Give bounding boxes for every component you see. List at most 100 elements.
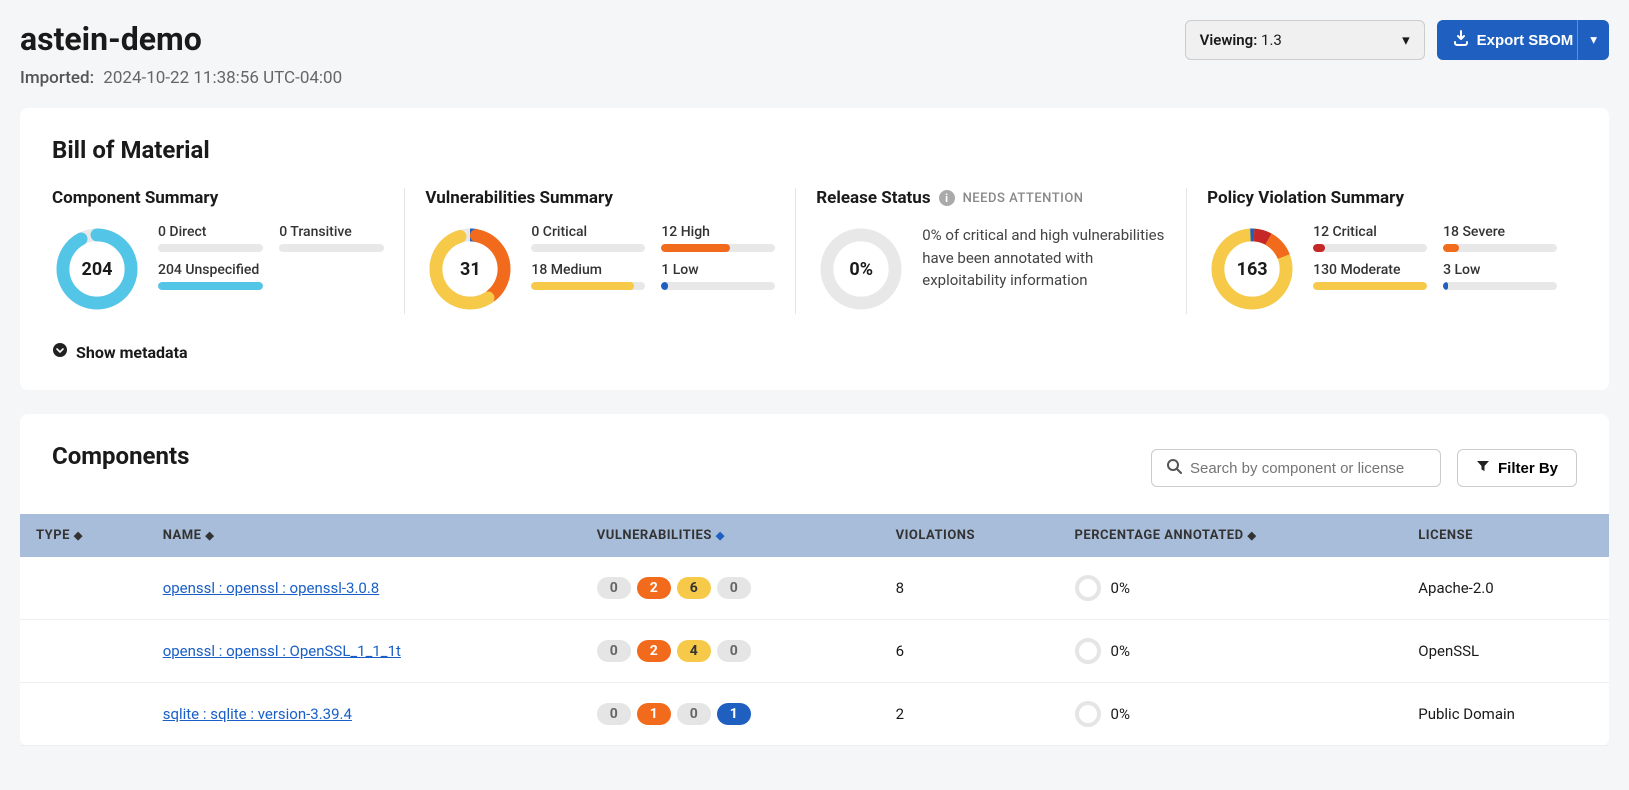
components-title: Components <box>52 442 189 470</box>
imported-date: 2024-10-22 11:38:56 UTC-04:00 <box>103 68 342 88</box>
cell-violations: 8 <box>880 557 1059 620</box>
filter-button[interactable]: Filter By <box>1457 449 1577 487</box>
component-summary-title: Component Summary <box>52 188 384 208</box>
vuln-pills: 0240 <box>597 640 864 662</box>
imported-label: Imported: <box>20 68 94 88</box>
table-row: openssl : openssl : openssl-3.0.8 0260 8… <box>20 557 1609 620</box>
show-metadata-toggle[interactable]: Show metadata <box>52 342 1577 362</box>
sort-icon: ◆ <box>716 529 725 542</box>
direct-count: 0 Direct <box>158 224 263 240</box>
component-link[interactable]: openssl : openssl : openssl-3.0.8 <box>163 579 380 597</box>
chevron-down-icon: ▾ <box>1402 31 1410 49</box>
vuln-summary-title: Vulnerabilities Summary <box>425 188 775 208</box>
low-count: 1 Low <box>661 262 775 278</box>
filter-icon <box>1476 459 1490 477</box>
vuln-pill: 4 <box>677 640 711 662</box>
component-link[interactable]: openssl : openssl : OpenSSL_1_1_1t <box>163 642 401 660</box>
unspecified-count: 204 Unspecified <box>158 262 263 278</box>
vuln-pill: 0 <box>677 703 711 725</box>
cell-type <box>20 557 147 620</box>
vuln-donut: 31 <box>425 224 515 314</box>
mini-donut-icon <box>1075 575 1101 601</box>
export-dropdown-button[interactable]: ▾ <box>1577 20 1609 60</box>
policy-title: Policy Violation Summary <box>1207 188 1557 208</box>
vuln-pill: 1 <box>717 703 751 725</box>
cell-type <box>20 620 147 683</box>
vuln-pills: 0260 <box>597 577 864 599</box>
policy-critical: 12 Critical <box>1313 224 1427 240</box>
medium-count: 18 Medium <box>531 262 645 278</box>
vuln-pills: 0101 <box>597 703 864 725</box>
vuln-pill: 0 <box>717 577 751 599</box>
mini-donut-icon <box>1075 638 1101 664</box>
cell-license: Public Domain <box>1402 683 1609 746</box>
chevron-down-circle-icon <box>52 342 68 362</box>
cell-type <box>20 683 147 746</box>
download-icon <box>1453 30 1469 50</box>
release-status: Release Status i NEEDS ATTENTION 0% 0% o… <box>796 188 1187 314</box>
cell-violations: 2 <box>880 683 1059 746</box>
cell-pct: 0% <box>1075 638 1387 664</box>
vuln-pill: 6 <box>677 577 711 599</box>
component-summary: Component Summary 204 0 Direct 0 Trans <box>52 188 405 314</box>
vulnerabilities-summary: Vulnerabilities Summary 31 0 Critical <box>405 188 796 314</box>
policy-low: 3 Low <box>1443 262 1557 278</box>
mini-donut-icon <box>1075 701 1101 727</box>
cell-pct: 0% <box>1075 701 1387 727</box>
search-input[interactable] <box>1190 460 1426 477</box>
export-label: Export SBOM <box>1477 32 1574 49</box>
col-vulns[interactable]: VULNERABILITIES◆ <box>581 514 880 557</box>
table-row: sqlite : sqlite : version-3.39.4 0101 2 … <box>20 683 1609 746</box>
transitive-count: 0 Transitive <box>279 224 384 240</box>
component-total: 204 <box>52 224 142 314</box>
release-text: 0% of critical and high vulnerabilities … <box>922 224 1166 292</box>
release-title: Release Status <box>816 188 930 208</box>
cell-license: OpenSSL <box>1402 620 1609 683</box>
sort-icon: ◆ <box>205 529 214 542</box>
viewing-label: Viewing: <box>1200 31 1258 49</box>
bom-title: Bill of Material <box>52 136 1577 164</box>
viewing-dropdown[interactable]: Viewing: 1.3 ▾ <box>1185 20 1425 60</box>
policy-violation-summary: Policy Violation Summary 163 12 Critical <box>1187 188 1577 314</box>
release-donut: 0% <box>816 224 906 314</box>
cell-license: Apache-2.0 <box>1402 557 1609 620</box>
bill-of-material-card: Bill of Material Component Summary 204 0… <box>20 108 1609 390</box>
sort-icon: ◆ <box>74 529 83 542</box>
show-metadata-label: Show metadata <box>76 343 188 362</box>
policy-moderate: 130 Moderate <box>1313 262 1427 278</box>
table-row: openssl : openssl : OpenSSL_1_1_1t 0240 … <box>20 620 1609 683</box>
components-table: TYPE◆ NAME◆ VULNERABILITIES◆ VIOLATIONS … <box>20 514 1609 746</box>
cell-pct: 0% <box>1075 575 1387 601</box>
vuln-pill: 0 <box>597 703 631 725</box>
component-donut: 204 <box>52 224 142 314</box>
vuln-pill: 1 <box>637 703 671 725</box>
info-icon[interactable]: i <box>939 190 955 206</box>
filter-label: Filter By <box>1498 460 1558 477</box>
policy-severe: 18 Severe <box>1443 224 1557 240</box>
policy-total: 163 <box>1207 224 1297 314</box>
col-license: LICENSE <box>1402 514 1609 557</box>
vuln-pill: 0 <box>597 577 631 599</box>
col-name[interactable]: NAME◆ <box>147 514 581 557</box>
components-card: Components Filter By TYPE◆ NAME◆ VULNERA… <box>20 414 1609 746</box>
needs-attention-badge: NEEDS ATTENTION <box>963 191 1084 206</box>
viewing-value: 1.3 <box>1261 31 1282 49</box>
imported-line: Imported: 2024-10-22 11:38:56 UTC-04:00 <box>20 68 342 88</box>
search-icon <box>1166 458 1182 478</box>
vuln-total: 31 <box>425 224 515 314</box>
critical-count: 0 Critical <box>531 224 645 240</box>
component-link[interactable]: sqlite : sqlite : version-3.39.4 <box>163 705 352 723</box>
vuln-pill: 0 <box>717 640 751 662</box>
col-violations: VIOLATIONS <box>880 514 1059 557</box>
policy-donut: 163 <box>1207 224 1297 314</box>
vuln-pill: 2 <box>637 640 671 662</box>
release-pct: 0% <box>816 224 906 314</box>
col-type[interactable]: TYPE◆ <box>20 514 147 557</box>
vuln-pill: 0 <box>597 640 631 662</box>
search-box[interactable] <box>1151 449 1441 487</box>
export-sbom-button[interactable]: Export SBOM <box>1437 20 1590 60</box>
cell-violations: 6 <box>880 620 1059 683</box>
page-title: astein-demo <box>20 20 342 58</box>
vuln-pill: 2 <box>637 577 671 599</box>
col-pct[interactable]: PERCENTAGE ANNOTATED◆ <box>1059 514 1403 557</box>
